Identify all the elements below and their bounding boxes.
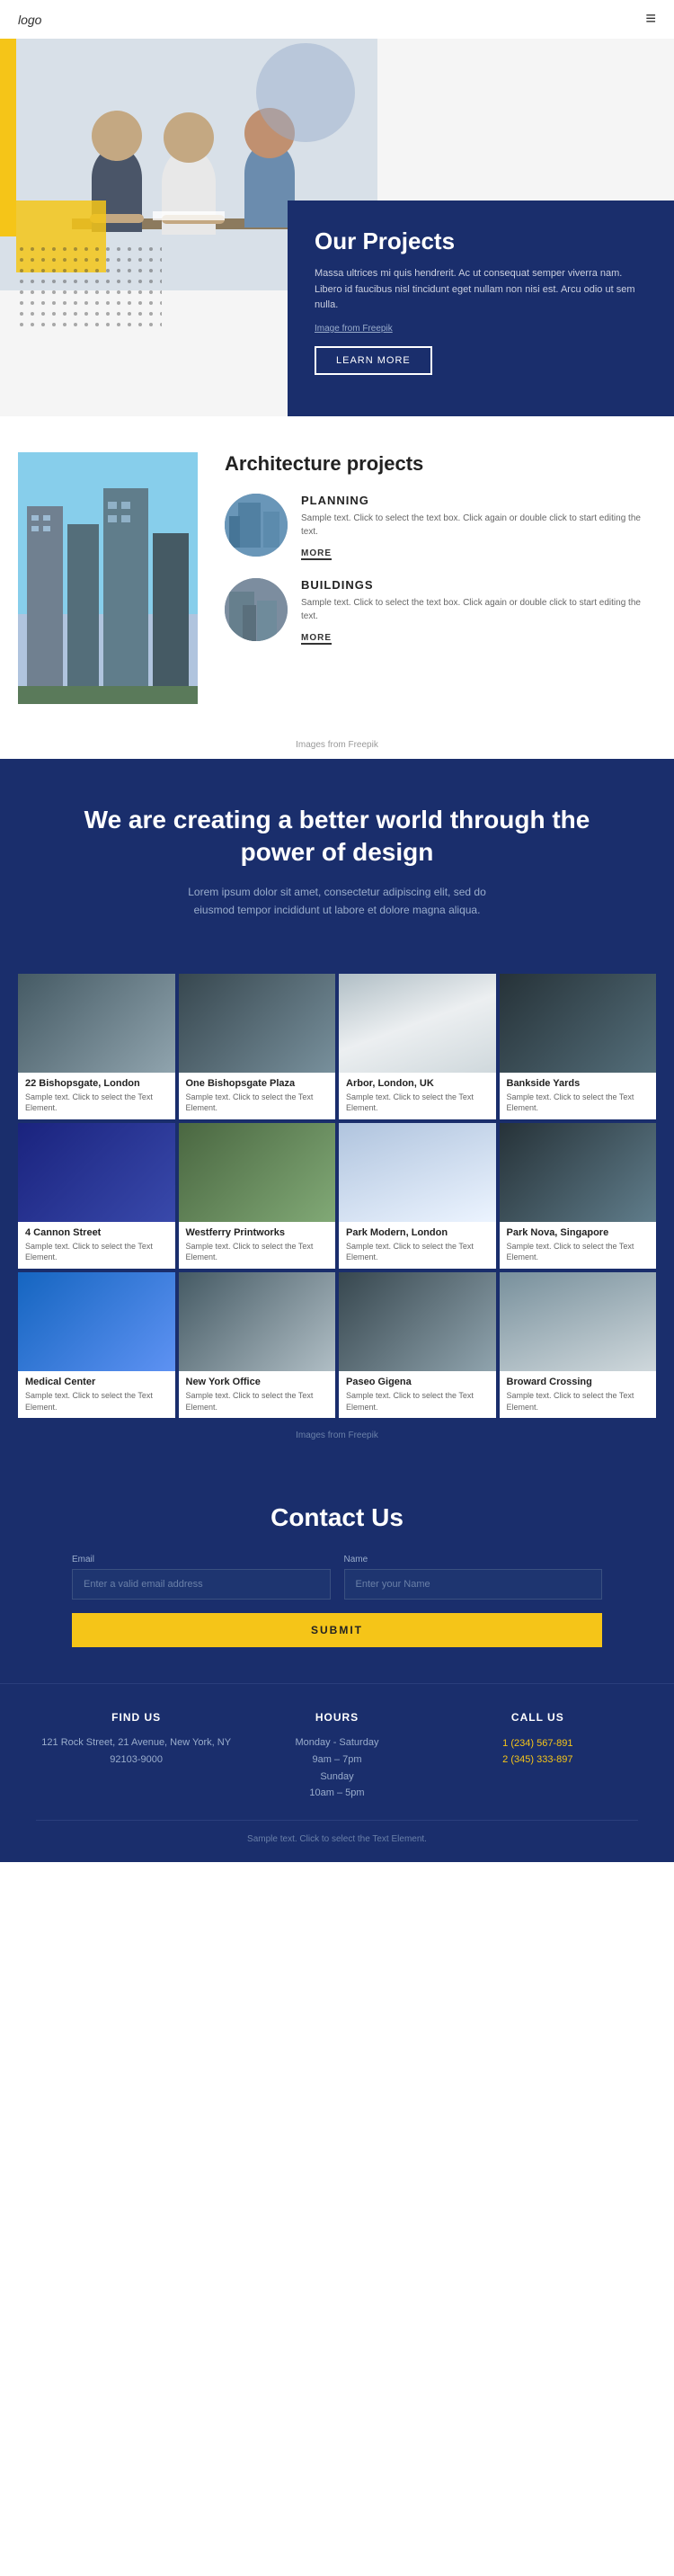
footer-call-us: CALL US 1 (234) 567-891 2 (345) 333-897 [438,1711,638,1802]
project-name-8: Park Nova, Singapore [507,1227,650,1238]
project-desc-6: Sample text. Click to select the Text El… [186,1241,329,1263]
planning-description: Sample text. Click to select the text bo… [301,512,656,539]
image-credit-link[interactable]: Image from Freepik [315,324,393,334]
buildings-thumbnail [225,578,288,641]
project-desc-11: Sample text. Click to select the Text El… [346,1390,489,1413]
submit-button[interactable]: SUBMIT [72,1613,602,1647]
project-name-6: Westferry Printworks [186,1227,329,1238]
project-cell-8[interactable]: Park Nova, Singapore Sample text. Click … [500,1123,657,1269]
project-cell-6[interactable]: Westferry Printworks Sample text. Click … [179,1123,336,1269]
project-name-4: Bankside Yards [507,1078,650,1089]
arch-image-credit: Images from Freepik [0,740,674,759]
find-us-title: FIND US [36,1711,236,1724]
logo: logo [18,13,41,27]
grid-image-credit: Images from Freepik [18,1422,656,1458]
arch-content-right: Architecture projects PLANNING Sample te… [225,452,656,704]
arch-title: Architecture projects [225,452,656,476]
footer: FIND US 121 Rock Street, 21 Avenue, New … [0,1683,674,1862]
footer-columns: FIND US 121 Rock Street, 21 Avenue, New … [36,1711,638,1802]
name-form-group: Name [344,1555,603,1600]
arch-item-planning: PLANNING Sample text. Click to select th… [225,494,656,560]
buildings-title: BUILDINGS [301,578,656,592]
planning-title: PLANNING [301,494,656,507]
email-form-group: Email [72,1555,331,1600]
arch-main-image [18,452,198,704]
project-cell-2[interactable]: One Bishopsgate Plaza Sample text. Click… [179,974,336,1119]
project-grid-row-1: 22 Bishopsgate, London Sample text. Clic… [18,974,656,1119]
project-cell-7[interactable]: Park Modern, London Sample text. Click t… [339,1123,496,1269]
phone-2-link[interactable]: 2 (345) 333-897 [502,1754,572,1765]
buildings-content: BUILDINGS Sample text. Click to select t… [301,578,656,645]
contact-section: Contact Us Email Name SUBMIT [0,1467,674,1683]
hero-info-box: Our Projects Massa ultrices mi quis hend… [288,201,674,416]
project-name-1: 22 Bishopsgate, London [25,1078,168,1089]
hours-sunday: Sunday [236,1769,437,1786]
hamburger-menu-icon[interactable]: ≡ [645,9,656,30]
hours-weekdays-time: 9am – 7pm [236,1752,437,1769]
email-input[interactable] [72,1569,331,1600]
blue-section-title: We are creating a better world through t… [72,804,602,869]
project-cell-10[interactable]: New York Office Sample text. Click to se… [179,1272,336,1418]
hours-sunday-time: 10am – 5pm [236,1785,437,1802]
project-name-3: Arbor, London, UK [346,1078,489,1089]
planning-content: PLANNING Sample text. Click to select th… [301,494,656,560]
arch-item-buildings: BUILDINGS Sample text. Click to select t… [225,578,656,645]
project-desc-8: Sample text. Click to select the Text El… [507,1241,650,1263]
hours-weekdays: Monday - Saturday [236,1734,437,1752]
planning-thumbnail [225,494,288,557]
footer-hours: HOURS Monday - Saturday 9am – 7pm Sunday… [236,1711,437,1802]
project-name-7: Park Modern, London [346,1227,489,1238]
contact-form: Email Name [72,1555,602,1600]
project-cell-1[interactable]: 22 Bishopsgate, London Sample text. Clic… [18,974,175,1119]
project-desc-4: Sample text. Click to select the Text El… [507,1092,650,1114]
project-cell-5[interactable]: 4 Cannon Street Sample text. Click to se… [18,1123,175,1269]
footer-bottom-text: Sample text. Click to select the Text El… [36,1820,638,1844]
project-desc-5: Sample text. Click to select the Text El… [25,1241,168,1263]
contact-title: Contact Us [72,1503,602,1532]
yellow-accent-bar [0,39,16,236]
hero-section: Our Projects Massa ultrices mi quis hend… [0,39,674,416]
header: logo ≡ [0,0,674,39]
project-name-9: Medical Center [25,1377,168,1387]
find-us-address: 121 Rock Street, 21 Avenue, New York, NY… [36,1734,236,1768]
buildings-more-link[interactable]: MORE [301,633,332,645]
project-cell-11[interactable]: Paseo Gigena Sample text. Click to selec… [339,1272,496,1418]
project-cell-9[interactable]: Medical Center Sample text. Click to sel… [18,1272,175,1418]
hero-title: Our Projects [315,227,647,255]
project-name-11: Paseo Gigena [346,1377,489,1387]
architecture-section: Architecture projects PLANNING Sample te… [0,416,674,740]
project-name-5: 4 Cannon Street [25,1227,168,1238]
project-desc-7: Sample text. Click to select the Text El… [346,1241,489,1263]
project-cell-3[interactable]: Arbor, London, UK Sample text. Click to … [339,974,496,1119]
blue-section: We are creating a better world through t… [0,759,674,974]
name-input[interactable] [344,1569,603,1600]
call-us-title: CALL US [438,1711,638,1724]
learn-more-button[interactable]: LEARN MORE [315,346,432,375]
project-grid-row-3: Medical Center Sample text. Click to sel… [18,1272,656,1418]
project-desc-12: Sample text. Click to select the Text El… [507,1390,650,1413]
project-desc-10: Sample text. Click to select the Text El… [186,1390,329,1413]
project-desc-2: Sample text. Click to select the Text El… [186,1092,329,1114]
project-grid: 22 Bishopsgate, London Sample text. Clic… [0,974,674,1468]
project-cell-12[interactable]: Broward Crossing Sample text. Click to s… [500,1272,657,1418]
project-grid-row-2: 4 Cannon Street Sample text. Click to se… [18,1123,656,1269]
footer-find-us: FIND US 121 Rock Street, 21 Avenue, New … [36,1711,236,1802]
dots-pattern [18,245,162,326]
email-label: Email [72,1555,331,1564]
project-name-10: New York Office [186,1377,329,1387]
project-name-2: One Bishopsgate Plaza [186,1078,329,1089]
blue-section-subtitle: Lorem ipsum dolor sit amet, consectetur … [184,883,490,920]
hero-description: Massa ultrices mi quis hendrerit. Ac ut … [315,266,647,314]
buildings-description: Sample text. Click to select the text bo… [301,596,656,623]
project-cell-4[interactable]: Bankside Yards Sample text. Click to sel… [500,974,657,1119]
project-desc-1: Sample text. Click to select the Text El… [25,1092,168,1114]
hours-title: HOURS [236,1711,437,1724]
project-desc-9: Sample text. Click to select the Text El… [25,1390,168,1413]
arch-image-left [18,452,198,704]
phone-1-link[interactable]: 1 (234) 567-891 [502,1738,572,1749]
planning-more-link[interactable]: MORE [301,548,332,560]
project-name-12: Broward Crossing [507,1377,650,1387]
name-label: Name [344,1555,603,1564]
project-desc-3: Sample text. Click to select the Text El… [346,1092,489,1114]
